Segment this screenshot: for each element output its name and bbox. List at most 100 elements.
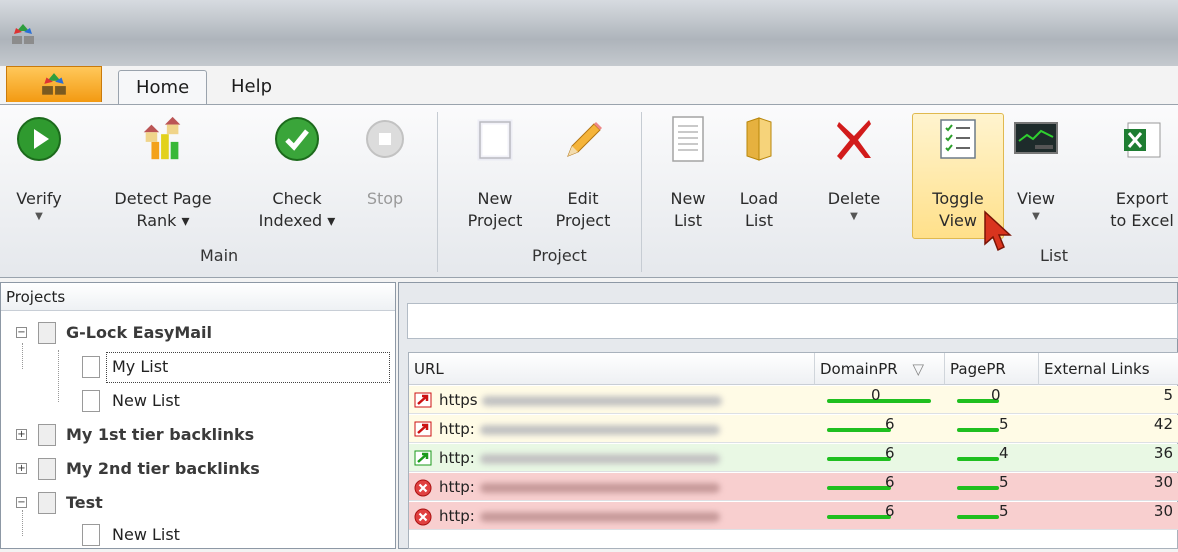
domain-pr-bar xyxy=(827,515,891,519)
url-cell: http: xyxy=(439,415,811,443)
stop-icon xyxy=(366,120,404,158)
new-project-button[interactable]: New Project xyxy=(460,108,530,232)
edit-project-button[interactable]: Edit Project xyxy=(548,108,618,232)
collapse-icon[interactable]: − xyxy=(16,327,27,338)
column-header-external-links[interactable]: External Links xyxy=(1039,353,1178,385)
group-label-main: Main xyxy=(200,246,239,265)
edit-project-label-1: Edit xyxy=(567,189,599,208)
blurred-url xyxy=(479,453,720,464)
error-circle-icon xyxy=(414,479,432,497)
load-list-button[interactable]: Load List xyxy=(732,108,786,232)
dropdown-arrow-icon: ▼ xyxy=(1032,211,1040,222)
play-icon xyxy=(17,117,61,161)
page-pr-value: 5 xyxy=(999,473,1009,491)
domain-pr-bar xyxy=(827,428,891,432)
page-pr-value: 5 xyxy=(999,502,1009,520)
check-indexed-button[interactable]: Check Indexed ▾ xyxy=(252,108,342,232)
dropdown-arrow-icon: ▼ xyxy=(35,211,43,222)
url-text: http: xyxy=(439,507,475,525)
group-separator xyxy=(641,112,642,272)
new-project-label-2: Project xyxy=(467,211,523,230)
app-logo-icon[interactable] xyxy=(10,22,36,48)
url-cell: https xyxy=(439,386,811,414)
load-list-label-1: Load xyxy=(739,189,779,208)
check-indexed-label-1: Check xyxy=(272,189,322,208)
table-row[interactable]: http: 6 5 42 xyxy=(409,415,1178,443)
url-cell: http: xyxy=(439,473,811,501)
tree-item-project[interactable]: + My 2nd tier backlinks xyxy=(0,452,396,486)
column-header-url[interactable]: URL xyxy=(409,353,815,385)
tab-help[interactable]: Help xyxy=(214,70,289,104)
view-button[interactable]: View ▼ xyxy=(1010,108,1062,224)
delete-button[interactable]: Delete ▼ xyxy=(820,108,888,224)
page-pr-bar xyxy=(957,486,999,490)
verify-label: Verify xyxy=(16,189,62,208)
toggle-view-label-1: Toggle xyxy=(932,189,984,208)
detect-page-rank-button[interactable]: Detect Page Rank ▾ xyxy=(104,108,222,232)
check-indexed-label-2: Indexed ▾ xyxy=(258,211,336,230)
tree-item-project[interactable]: − Test xyxy=(0,486,396,520)
column-header-pagepr[interactable]: PagePR xyxy=(945,353,1039,385)
stop-label: Stop xyxy=(366,189,404,208)
tree-item-list[interactable]: New List xyxy=(0,384,396,418)
tab-home[interactable]: Home xyxy=(118,70,208,106)
tree-item-label: New List xyxy=(112,391,180,410)
edit-project-label-2: Project xyxy=(555,211,611,230)
tree-item-list[interactable]: New List xyxy=(0,518,396,552)
table-row[interactable]: http: 6 5 30 xyxy=(409,502,1178,530)
tree-item-list[interactable]: My List xyxy=(0,350,396,384)
list-document-icon xyxy=(82,356,100,378)
domain-pr-value: 6 xyxy=(885,473,895,491)
column-header-label: DomainPR xyxy=(820,360,898,378)
toggle-view-label-2: View xyxy=(939,211,977,230)
document-lines-icon xyxy=(672,116,704,162)
tree-item-project[interactable]: − G-Lock EasyMail xyxy=(0,316,396,350)
delete-x-icon xyxy=(837,120,871,160)
table-row[interactable]: https 0 0 5 xyxy=(409,386,1178,414)
url-grid[interactable]: URL DomainPR ▽ PagePR External Links htt… xyxy=(408,352,1178,549)
verify-button[interactable]: Verify ▼ xyxy=(14,108,64,224)
sort-indicator-icon: ▽ xyxy=(912,360,925,378)
monitor-graph-icon xyxy=(1014,122,1058,154)
page-pr-bar xyxy=(957,457,999,461)
checklist-icon xyxy=(940,119,976,159)
project-icon xyxy=(38,458,56,480)
tree-item-project[interactable]: + My 1st tier backlinks xyxy=(0,418,396,452)
expand-icon[interactable]: + xyxy=(16,463,27,474)
group-label-list: List xyxy=(1040,246,1068,265)
url-text: http: xyxy=(439,449,475,467)
tree-item-label: My 2nd tier backlinks xyxy=(66,459,260,478)
export-to-excel-button[interactable]: Export to Excel xyxy=(1104,108,1178,232)
new-list-button[interactable]: New List xyxy=(662,108,714,232)
load-list-label-2: List xyxy=(745,211,773,230)
view-label: View xyxy=(1017,189,1055,208)
page-pr-bar xyxy=(957,515,999,519)
project-icon xyxy=(38,424,56,446)
blurred-url xyxy=(479,482,720,493)
delete-label: Delete xyxy=(827,189,881,208)
collapse-icon[interactable]: − xyxy=(16,497,27,508)
column-header-domainpr[interactable]: DomainPR ▽ xyxy=(815,353,945,385)
tree-item-label: G-Lock EasyMail xyxy=(66,323,213,342)
project-icon xyxy=(38,322,56,344)
url-text: http: xyxy=(439,420,475,438)
tree-item-label: New List xyxy=(112,525,180,544)
domain-pr-bar xyxy=(827,486,891,490)
table-row[interactable]: http: 6 4 36 xyxy=(409,444,1178,472)
domain-pr-value: 0 xyxy=(871,386,881,404)
stop-button[interactable]: Stop xyxy=(360,108,410,210)
projects-header: Projects xyxy=(1,283,395,311)
url-text: https xyxy=(439,391,478,409)
table-row[interactable]: http: 6 5 30 xyxy=(409,473,1178,501)
external-links-value: 30 xyxy=(1153,473,1173,491)
external-link-red-icon xyxy=(414,392,432,408)
filter-input[interactable] xyxy=(407,303,1178,339)
excel-icon xyxy=(1124,122,1161,158)
expand-icon[interactable]: + xyxy=(16,429,27,440)
page-pr-value: 0 xyxy=(991,386,1001,404)
application-menu-button[interactable] xyxy=(6,66,102,102)
tree-item-label: My List xyxy=(112,357,169,376)
page-pr-bar xyxy=(957,428,999,432)
export-label-1: Export xyxy=(1115,189,1169,208)
checkmark-circle-icon xyxy=(275,117,319,161)
